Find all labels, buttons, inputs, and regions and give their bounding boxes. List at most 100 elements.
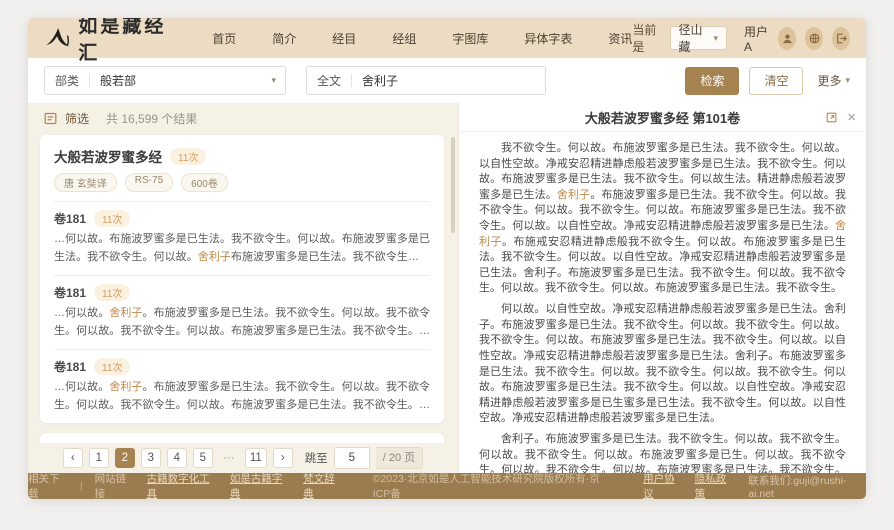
language-button[interactable] [805, 27, 823, 50]
results-header: 筛选 共 16,599 个结果 [28, 103, 458, 133]
excerpt-text: …何以故。布施波罗蜜多是已生法。我不欲令生。何以故。布施波罗蜜多是已生法。我不欲… [54, 231, 430, 266]
close-icon: × [847, 110, 856, 125]
open-fullscreen-button[interactable] [825, 111, 838, 124]
volume-label: 卷181 [54, 284, 86, 301]
page-button-4[interactable]: 4 [167, 448, 187, 468]
viewer-header: 大般若波罗蜜多经 第101卷 × [459, 103, 866, 132]
footer: 相关下载 | 网站链接 古籍数字化工具如是古籍字典梵文辞典 ©2023·北京如是… [28, 473, 866, 499]
user-icon [781, 32, 794, 45]
search-button[interactable]: 检索 [685, 67, 739, 95]
page-button-2[interactable]: 2 [115, 448, 135, 468]
text-segment: 何以故。以自性空故。净戒安忍精进静虑般若波罗蜜多是已生法。舍利子。布施波罗蜜多是… [479, 303, 846, 424]
user-account-button[interactable] [778, 27, 796, 50]
result-list: 大般若波罗蜜多经11次唐 玄奘译RS-75600卷卷18111次…何以故。布施波… [28, 133, 458, 443]
page-button-1[interactable]: 1 [89, 448, 109, 468]
card-title-row: 大般若波罗蜜多经 11次 [54, 146, 430, 166]
highlight-term: 舍利子 [109, 381, 142, 393]
result-card[interactable]: 大般若波罗蜜多经11次唐 玄奘译RS-75600卷卷18111次…何以故。布施波… [40, 433, 444, 443]
open-in-new-icon [825, 111, 838, 124]
footer-policy-links: 用户协议隐私政策 [643, 471, 736, 499]
more-button[interactable]: 更多 ▾ [817, 72, 850, 89]
clear-button[interactable]: 清空 [749, 67, 803, 95]
highlight-term: 舍利子 [557, 189, 590, 201]
category-select[interactable]: 部类 般若部 ▾ [44, 66, 286, 95]
jump-label: 跳至 [305, 450, 328, 466]
viewer-paragraph: 舍利子。布施波罗蜜多是已生法。我不欲令生。何以故。我不欲令生。何以故。我不欲令生… [479, 432, 846, 473]
match-count-badge: 11次 [94, 358, 130, 375]
tag-list: 唐 玄奘译 RS-75 600卷 [54, 173, 430, 192]
brand[interactable]: 如是藏经汇 [44, 18, 170, 65]
edition-select-value: 径山藏 [679, 21, 704, 55]
chevron-down-icon: ▾ [271, 75, 285, 86]
total-pages-label: / 20 页 [376, 447, 423, 469]
volume-label: 卷181 [54, 358, 86, 375]
main-nav: 首页 简介 经目 经组 字图库 异体字表 资讯 [212, 30, 632, 47]
match-count-badge: 11次 [170, 148, 206, 165]
results-panel: 筛选 共 16,599 个结果 大般若波罗蜜多经11次唐 玄奘译RS-75600… [28, 103, 458, 473]
fulltext-field: 全文 [306, 66, 546, 95]
next-page-button[interactable]: › [273, 448, 293, 468]
excerpt-header: 卷181 11次 [54, 284, 430, 301]
page-button-3[interactable]: 3 [141, 448, 161, 468]
footer-link-用户协议[interactable]: 用户协议 [643, 471, 683, 499]
top-bar: 如是藏经汇 首页简介经目经组字图库异体字表资讯 当前是 径山藏 ▾ 用户A [28, 18, 866, 58]
viewer-paragraph: 何以故。以自性空故。净戒安忍精进静虑般若波罗蜜多是已生法。舍利子。布施波罗蜜多是… [479, 302, 846, 427]
nav-item-异体字表[interactable]: 异体字表 [524, 30, 572, 47]
nav-item-简介[interactable]: 简介 [272, 30, 296, 47]
tag-pill: 唐 玄奘译 [54, 173, 117, 192]
excerpt-item[interactable]: 卷181 11次 …何以故。舍利子。布施波罗蜜多是已生法。我不欲令生。何以故。我不欲… [54, 275, 430, 340]
scrollbar[interactable] [451, 137, 455, 233]
footer-link-如是古籍字典[interactable]: 如是古籍字典 [230, 471, 289, 499]
nav-item-经组[interactable]: 经组 [392, 30, 416, 47]
main-content: 筛选 共 16,599 个结果 大般若波罗蜜多经11次唐 玄奘译RS-75600… [28, 103, 866, 473]
fulltext-label: 全文 [307, 72, 351, 89]
fulltext-input[interactable] [352, 74, 512, 88]
edition-select[interactable]: 径山藏 ▾ [670, 26, 728, 50]
app-window: 如是藏经汇 首页简介经目经组字图库异体字表资讯 当前是 径山藏 ▾ 用户A [28, 18, 866, 499]
excerpt-item[interactable]: 卷181 11次 …何以故。舍利子。布施波罗蜜多是已生法。我不欲令生。何以故。我不欲… [54, 349, 430, 414]
footer-link-梵文辞典[interactable]: 梵文辞典 [303, 471, 343, 499]
logout-button[interactable] [832, 27, 850, 50]
text-segment: …何以故。 [54, 307, 109, 319]
close-viewer-button[interactable]: × [847, 110, 856, 125]
nav-item-资讯[interactable]: 资讯 [608, 30, 632, 47]
nav-item-首页[interactable]: 首页 [212, 30, 236, 47]
page-button-11[interactable]: 11 [245, 448, 267, 468]
footer-links-label: 网站链接 [95, 471, 135, 499]
footer-contact: 联系我们:guji@rushi-ai.net [748, 473, 866, 500]
prev-page-button[interactable]: ‹ [63, 448, 83, 468]
brand-logo-icon [44, 24, 72, 52]
result-card[interactable]: 大般若波罗蜜多经11次唐 玄奘译RS-75600卷卷18111次…何以故。布施波… [40, 135, 444, 423]
nav-item-经目[interactable]: 经目 [332, 30, 356, 47]
logout-icon [835, 32, 848, 45]
excerpt-text: …何以故。舍利子。布施波罗蜜多是已生法。我不欲令生。何以故。我不欲令生。何以故。… [54, 305, 430, 340]
jump-page-input[interactable] [334, 447, 370, 469]
page-button-5[interactable]: 5 [193, 448, 213, 468]
filter-icon [43, 111, 58, 126]
excerpt-item[interactable]: 卷18111次 …何以故。布施波罗蜜多是已生法。我不欲令生。何以故。布施波罗蜜多是… [54, 201, 430, 266]
footer-site-links: 古籍数字化工具如是古籍字典梵文辞典 [147, 471, 345, 499]
globe-icon [808, 32, 821, 45]
match-count-badge: 11次 [94, 284, 130, 301]
viewer-body: 我不欲令生。何以故。布施波罗蜜多是已生法。我不欲令生。何以故。以自性空故。净戒安… [459, 132, 866, 473]
highlight-term: 舍利子 [109, 307, 142, 319]
footer-link-隐私政策[interactable]: 隐私政策 [695, 471, 735, 499]
text-segment: 。布施戒安忍精进静虑般我不欲令生。何以故。布施波罗蜜多是已生法。我不欲令生。何以… [479, 236, 846, 295]
chevron-down-icon: ▾ [845, 75, 850, 86]
result-title: 大般若波罗蜜多经 [54, 146, 162, 166]
tag-pill: 600卷 [181, 173, 228, 192]
text-segment: …何以故。 [54, 381, 109, 393]
chevron-down-icon: ▾ [714, 33, 719, 44]
excerpt-header: 卷18111次 [54, 210, 430, 227]
page-ellipsis: ··· [219, 448, 239, 468]
category-label: 部类 [45, 72, 89, 89]
highlight-term: 舍利子 [198, 251, 231, 263]
footer-link-古籍数字化工具[interactable]: 古籍数字化工具 [147, 471, 216, 499]
volume-label: 卷181 [54, 210, 86, 227]
footer-download-link[interactable]: 相关下载 [28, 471, 68, 499]
tag-pill: RS-75 [125, 173, 173, 192]
filter-label[interactable]: 筛选 [65, 110, 89, 127]
text-segment: 舍利子。布施波罗蜜多是已生法。我不欲令生。何以故。我不欲令生。何以故。我不欲令生… [479, 433, 846, 473]
nav-item-字图库[interactable]: 字图库 [452, 30, 488, 47]
excerpt-text: …何以故。舍利子。布施波罗蜜多是已生法。我不欲令生。何以故。我不欲令生。何以故。… [54, 379, 430, 414]
